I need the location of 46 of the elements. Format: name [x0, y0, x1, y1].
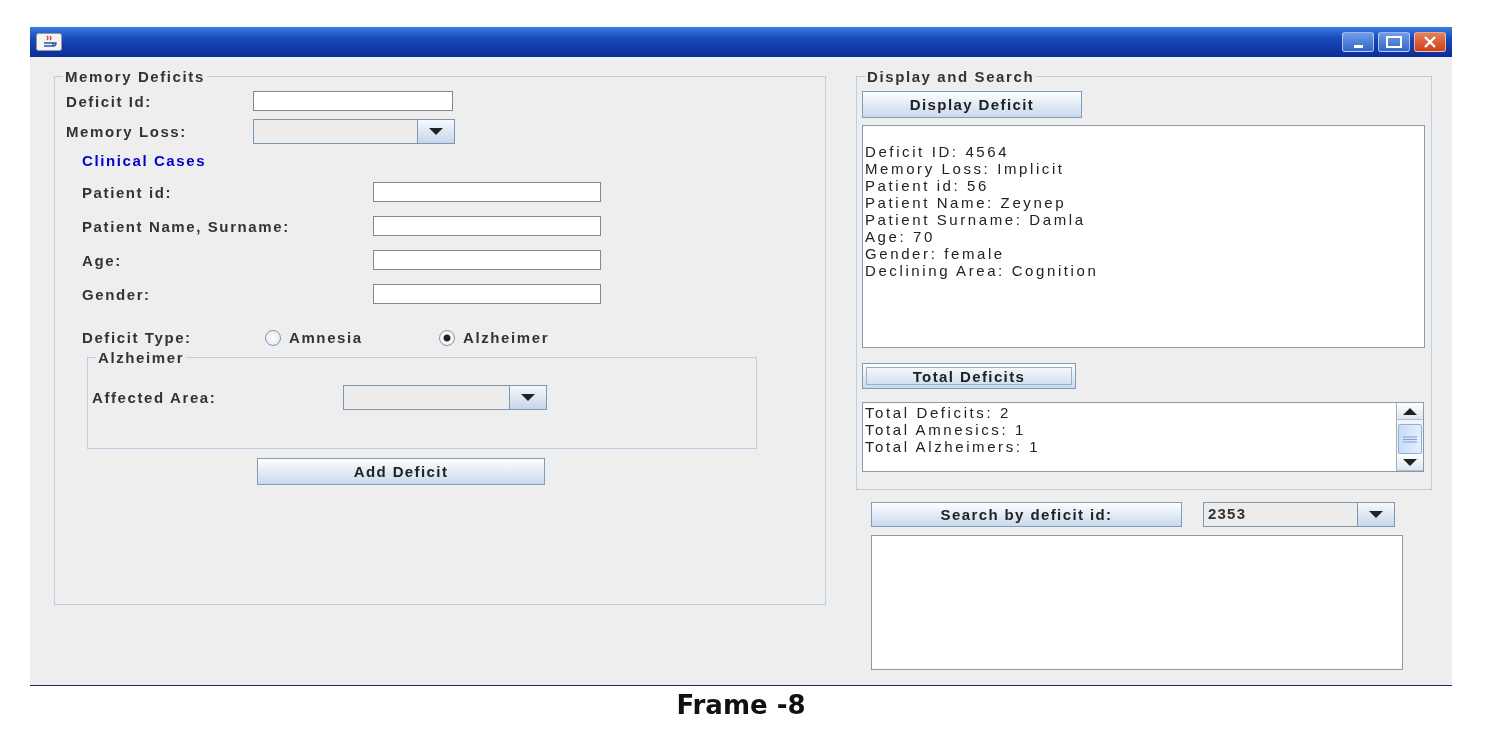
field-label: Gender:: [82, 285, 152, 303]
input-field[interactable]: [373, 250, 601, 270]
scroll-thumb[interactable]: [1398, 424, 1422, 454]
panel-title: Alzheimer: [97, 349, 186, 366]
field-label: Affected Area:: [92, 389, 218, 406]
radio-button[interactable]: [439, 329, 455, 346]
input-field[interactable]: [373, 216, 601, 236]
caption: Frame -8: [675, 690, 807, 720]
arrow-down-icon: [1369, 511, 1383, 518]
minimize-button[interactable]: [1342, 32, 1374, 52]
input-field[interactable]: [373, 284, 601, 304]
dropdown[interactable]: [343, 385, 547, 410]
field-label: Patient Name, Surname:: [82, 217, 291, 235]
scroll-down-button[interactable]: [1397, 454, 1423, 471]
radio-label: Amnesia: [289, 329, 364, 346]
arrow-down-icon: [521, 394, 535, 401]
arrow-up-icon: [1403, 407, 1417, 415]
input-field[interactable]: [253, 91, 453, 111]
close-icon: [1423, 36, 1437, 48]
maximize-button[interactable]: [1378, 32, 1410, 52]
section-title: Clinical Cases: [82, 152, 207, 169]
radio-label: Alzheimer: [463, 329, 550, 346]
field-label: Deficit Type:: [82, 329, 193, 346]
text-area[interactable]: Deficit ID: 4564 Memory Loss: Implicit Patient id: 56 Patient Name: Zeynep Patient Surname: Damla Age: 70 Gender: female Declining Area: Cognition: [862, 125, 1425, 348]
dropdown[interactable]: 2353: [1203, 502, 1395, 527]
display-deficit-button[interactable]: Display Deficit: [862, 91, 1082, 118]
arrow-down-icon: [1403, 458, 1417, 466]
minimize-icon: [1353, 44, 1363, 48]
panel-title: Memory Deficits: [64, 68, 206, 85]
close-button[interactable]: [1414, 32, 1446, 52]
arrow-down-icon: [429, 128, 443, 135]
field-label: Deficit Id:: [66, 92, 153, 110]
search-button[interactable]: Search by deficit id:: [871, 502, 1182, 527]
panel-title: Display and Search: [866, 68, 1036, 85]
field-label: Memory Loss:: [66, 123, 188, 140]
grip-icon: [1403, 435, 1417, 443]
field-label: Patient id:: [82, 183, 174, 201]
dropdown[interactable]: [253, 119, 455, 144]
maximize-icon: [1386, 36, 1402, 48]
input-field[interactable]: [373, 182, 601, 202]
field-label: Age:: [82, 251, 123, 269]
scroll-up-button[interactable]: [1397, 403, 1423, 420]
add-deficit-button[interactable]: Add Deficit: [257, 458, 545, 485]
total-deficits-button[interactable]: Total Deficits: [862, 363, 1076, 389]
radio-button[interactable]: [265, 329, 281, 346]
coffee-cup-icon: [36, 33, 62, 51]
